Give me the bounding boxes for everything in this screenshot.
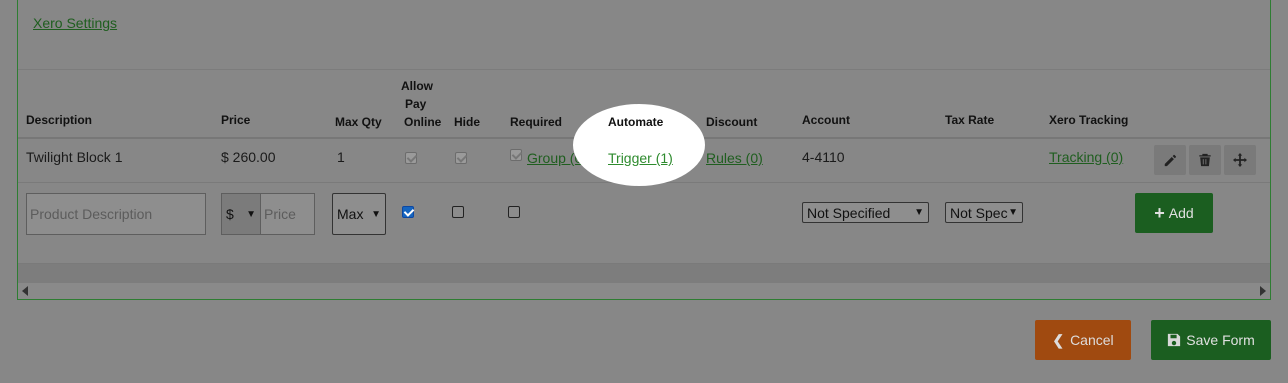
col-allow-line3: Online: [404, 115, 442, 129]
max-qty-value: Max: [337, 206, 364, 222]
edit-button[interactable]: [1154, 145, 1186, 175]
currency-value: $: [226, 206, 234, 222]
row-hide-checkbox: [455, 152, 467, 164]
col-tax-rate: Tax Rate: [945, 113, 995, 127]
col-price: Price: [221, 113, 251, 127]
scroll-right-icon[interactable]: [1260, 286, 1266, 296]
account-value: Not Specified: [807, 204, 891, 221]
col-xero-tracking: Xero Tracking: [1049, 113, 1129, 127]
tax-rate-value: Not Spec: [950, 204, 1008, 221]
floppy-disk-icon: [1168, 333, 1181, 347]
currency-select[interactable]: $ ▼: [221, 193, 261, 235]
add-label: Add: [1168, 205, 1194, 221]
product-description-input[interactable]: Product Description: [26, 193, 206, 235]
trash-icon: [1199, 153, 1211, 167]
move-arrows-icon: [1233, 153, 1247, 167]
col-required: Required: [510, 115, 563, 129]
col-discount: Discount: [706, 115, 758, 129]
tax-rate-select[interactable]: Not Spec ▼: [945, 202, 1023, 223]
col-account: Account: [802, 113, 850, 127]
move-button[interactable]: [1224, 145, 1256, 175]
price-input[interactable]: Price: [260, 193, 315, 235]
chevron-down-icon: ▼: [371, 208, 381, 220]
scroll-left-icon[interactable]: [22, 286, 28, 296]
cancel-label: Cancel: [1070, 332, 1114, 348]
col-description: Description: [26, 113, 93, 127]
trigger-link[interactable]: Trigger (1): [608, 149, 673, 167]
xero-settings-link[interactable]: Xero Settings: [33, 15, 117, 31]
price-placeholder: Price: [264, 206, 296, 222]
col-automate: Automate: [608, 115, 664, 129]
chevron-down-icon: ▼: [1008, 207, 1018, 218]
add-button[interactable]: + Add: [1135, 193, 1213, 233]
delete-button[interactable]: [1189, 145, 1221, 175]
row-max-qty: 1: [337, 149, 345, 165]
row-price: $ 260.00: [221, 149, 276, 165]
col-allow-line1: Allow: [401, 79, 433, 93]
max-qty-select[interactable]: Max ▼: [332, 193, 386, 235]
new-allow-pay-checkbox[interactable]: [402, 206, 414, 218]
row-allow-pay-checkbox: [405, 152, 417, 164]
save-label: Save Form: [1186, 332, 1255, 348]
account-select[interactable]: Not Specified ▼: [802, 202, 929, 223]
save-form-button[interactable]: Save Form: [1151, 320, 1271, 360]
chevron-down-icon: ▼: [246, 208, 256, 220]
chevron-down-icon: ▼: [914, 207, 924, 218]
horizontal-scrollbar[interactable]: [18, 283, 1270, 299]
divider: [18, 69, 1270, 70]
col-max-qty: Max Qty: [335, 115, 382, 129]
pencil-icon: [1164, 154, 1177, 167]
new-hide-checkbox[interactable]: [452, 206, 464, 218]
rules-link[interactable]: Rules (0): [706, 149, 763, 167]
row-description: Twilight Block 1: [26, 149, 123, 165]
plus-icon: +: [1154, 202, 1165, 223]
row-required-checkbox: [510, 149, 522, 161]
scroll-track-area: [18, 264, 1270, 283]
col-hide: Hide: [454, 115, 481, 129]
tracking-link[interactable]: Tracking (0): [1049, 148, 1123, 166]
description-placeholder: Product Description: [30, 206, 153, 222]
row-account: 4-4110: [802, 149, 845, 165]
chevron-left-icon: ❮: [1052, 331, 1065, 348]
col-allow-line2: Pay: [405, 97, 427, 111]
cancel-button[interactable]: ❮ Cancel: [1035, 320, 1131, 360]
new-required-checkbox[interactable]: [508, 206, 520, 218]
